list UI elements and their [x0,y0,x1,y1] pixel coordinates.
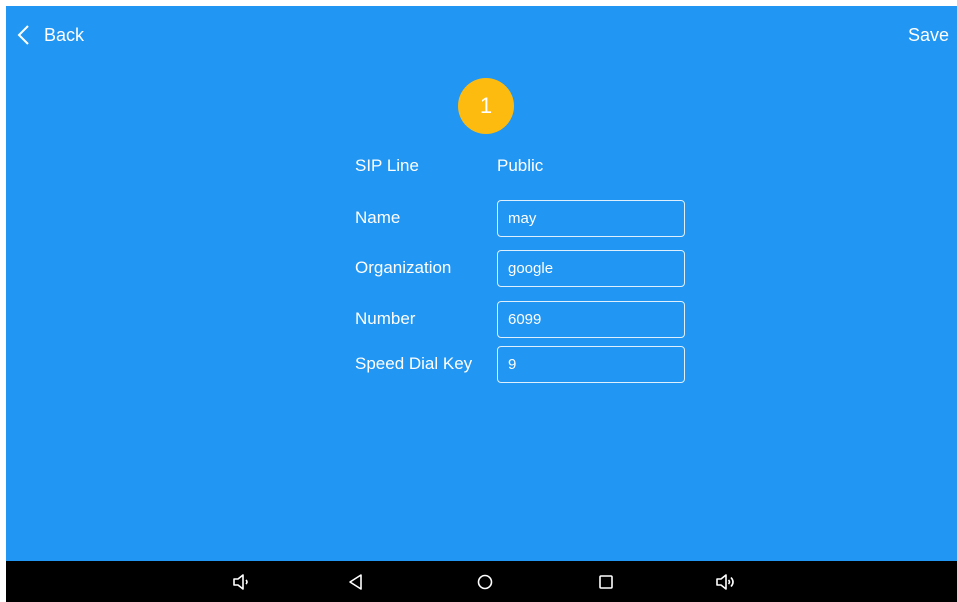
screen: Back Save 1 SIP Line Public Name Organiz… [6,6,957,602]
back-label: Back [44,24,85,45]
volume-up-icon [716,574,734,590]
contact-edit-screen: Back Save 1 SIP Line Public Name Organiz… [6,6,957,561]
volume-up-button[interactable] [713,569,739,595]
number-row: Number [355,300,685,338]
home-circle-icon [477,574,493,590]
back-button[interactable]: Back [16,20,84,50]
nav-recents-button[interactable] [593,569,619,595]
save-button[interactable]: Save [908,20,949,50]
volume-down-icon [233,574,248,590]
organization-label: Organization [355,258,452,277]
nav-back-button[interactable] [343,569,369,595]
name-field[interactable] [497,199,685,237]
organization-row: Organization [355,249,685,287]
contact-avatar: 1 [458,78,514,134]
sip-line-value[interactable]: Public [497,156,543,176]
name-row: Name [355,199,685,237]
nav-home-button[interactable] [472,569,498,595]
volume-down-button[interactable] [229,569,255,595]
number-field[interactable] [497,300,685,338]
chevron-left-icon [17,25,29,45]
speed-dial-label: Speed Dial Key [355,354,473,373]
back-triangle-icon [349,574,362,590]
recents-square-icon [599,575,613,589]
speed-dial-row: Speed Dial Key [355,345,685,383]
system-navigation-bar [6,561,957,602]
sip-line-label: SIP Line [355,156,419,175]
organization-field[interactable] [497,249,685,287]
speed-dial-field[interactable] [497,345,685,383]
sip-line-row: SIP Line Public [355,147,543,185]
name-label: Name [355,208,401,227]
number-label: Number [355,309,416,328]
